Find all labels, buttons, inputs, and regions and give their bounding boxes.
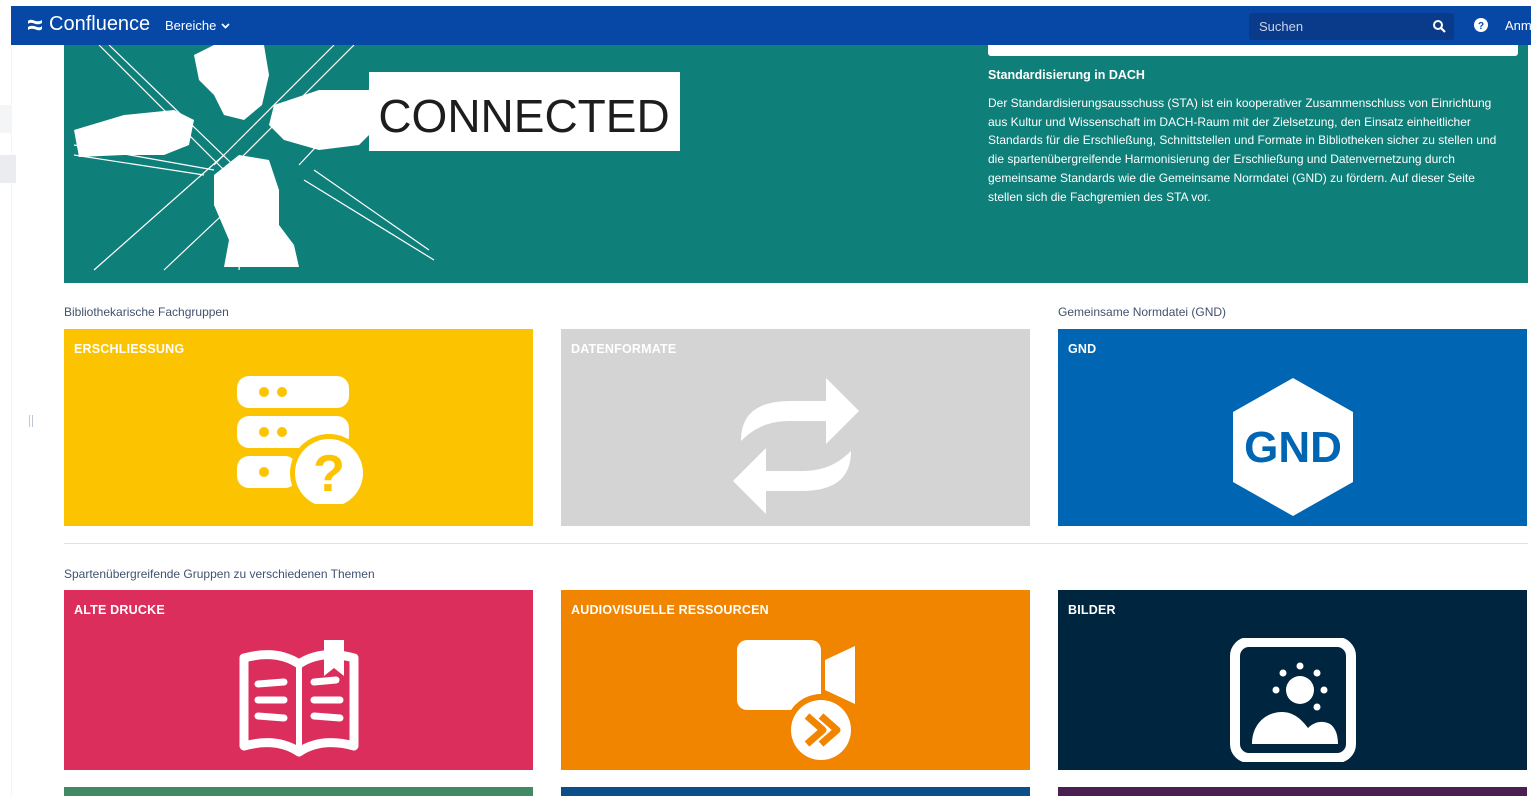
tile-title: AUDIOVISUELLE RESSOURCEN xyxy=(571,603,769,617)
spaces-menu[interactable]: Bereiche xyxy=(165,18,230,33)
hero-banner: CONNECTED Standardisierung in DACH Der S… xyxy=(64,45,1528,283)
sidebar-resize-handle[interactable] xyxy=(29,415,33,427)
video-camera-icon xyxy=(736,640,857,762)
open-book-icon xyxy=(239,640,358,757)
confluence-logo[interactable]: Confluence xyxy=(27,13,150,36)
gnd-hexagon-icon: GND xyxy=(1232,378,1353,516)
login-link[interactable]: Anm xyxy=(1505,18,1531,33)
hero-description: Der Standardisierungsausschuss (STA) ist… xyxy=(988,96,1497,204)
tile-title: GND xyxy=(1068,342,1097,356)
chevron-down-icon xyxy=(221,22,230,29)
sidebar-item[interactable] xyxy=(0,105,12,133)
app-name: Confluence xyxy=(49,13,151,35)
image-frame-icon xyxy=(1229,638,1356,762)
gnd-logo-text: GND xyxy=(1244,423,1342,472)
hero-banner-text: CONNECTED xyxy=(378,90,669,142)
tile-partial[interactable] xyxy=(64,787,533,796)
tile-title: BILDER xyxy=(1068,603,1116,617)
sidebar-collapsed xyxy=(0,45,16,796)
tile-partial[interactable] xyxy=(561,787,1030,796)
search-input[interactable]: Suchen xyxy=(1249,13,1454,40)
tile-gnd[interactable]: GND GND xyxy=(1058,329,1527,526)
hero-top-box xyxy=(988,45,1518,56)
section-title-gnd: Gemeinsame Normdatei (GND) xyxy=(1058,305,1227,319)
tile-title: ERSCHLIESSUNG xyxy=(74,342,185,356)
tile-title: ALTE DRUCKE xyxy=(74,603,165,617)
tile-audiovisuelle-ressourcen[interactable]: AUDIOVISUELLE RESSOURCEN xyxy=(561,590,1030,770)
tile-partial[interactable] xyxy=(1058,787,1527,796)
svg-text:?: ? xyxy=(1478,21,1484,32)
confluence-icon xyxy=(28,19,42,30)
svg-text:?: ? xyxy=(313,445,345,503)
search-icon[interactable] xyxy=(1432,19,1446,33)
tile-alte-drucke[interactable]: ALTE DRUCKE xyxy=(64,590,533,770)
top-navigation-bar: Confluence Bereiche Suchen ? Anm xyxy=(11,6,1531,45)
sidebar-item[interactable] xyxy=(0,155,16,183)
help-icon[interactable]: ? xyxy=(1473,17,1489,33)
section-divider xyxy=(64,543,1528,544)
tile-title: DATENFORMATE xyxy=(571,342,677,356)
section-title-library-groups: Bibliothekarische Fachgruppen xyxy=(64,305,229,319)
section-title-cross-groups: Spartenübergreifende Gruppen zu verschie… xyxy=(64,567,375,581)
tile-erschliessung[interactable]: ERSCHLIESSUNG ? xyxy=(64,329,533,526)
database-question-icon: ? xyxy=(236,376,368,504)
spaces-label: Bereiche xyxy=(165,18,217,33)
tile-bilder[interactable]: BILDER xyxy=(1058,590,1527,770)
connected-hands-illustration: CONNECTED xyxy=(73,45,680,271)
tile-datenformate[interactable]: DATENFORMATE xyxy=(561,329,1030,526)
hero-title: Standardisierung in DACH xyxy=(988,68,1145,82)
exchange-arrows-icon xyxy=(732,378,859,514)
search-placeholder: Suchen xyxy=(1259,19,1304,34)
